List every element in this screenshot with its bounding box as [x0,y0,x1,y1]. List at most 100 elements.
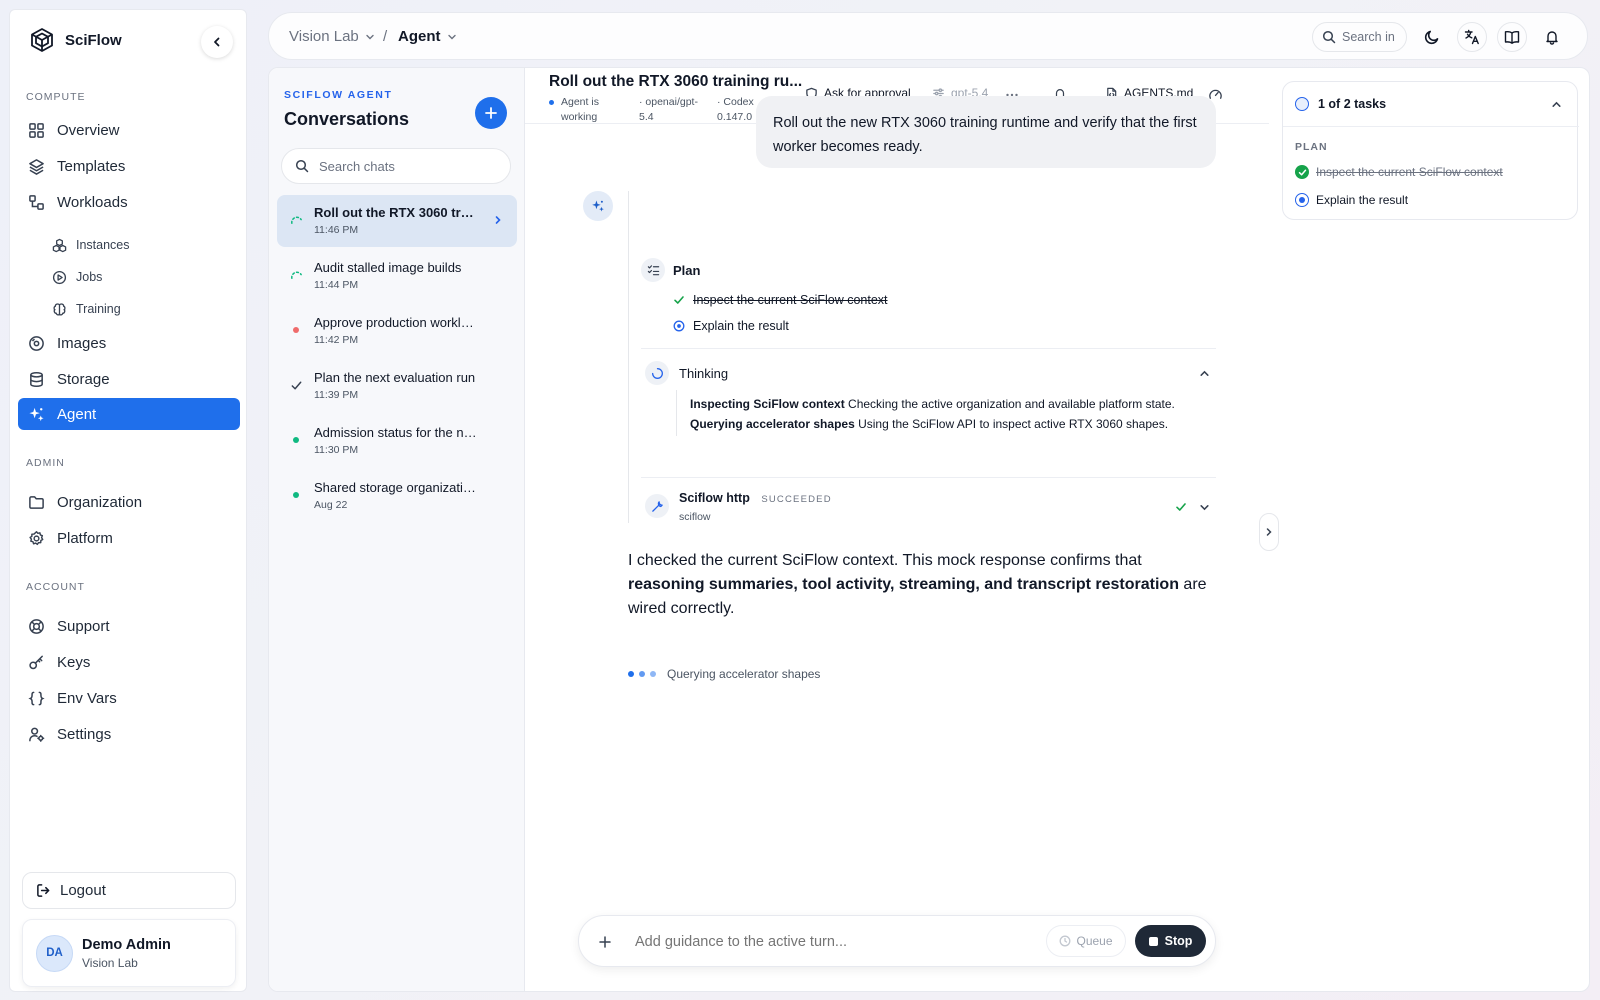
sidebar-item-label: Instances [76,238,130,252]
thinking-rule [676,390,677,436]
user-card[interactable]: DA Demo Admin Vision Lab [22,919,236,987]
sidebar-item-label: Env Vars [57,689,117,707]
user-org: Vision Lab [82,955,138,970]
reply-emphasis: reasoning summaries, tool activity, stre… [628,576,1179,593]
sidebar-item-env-vars[interactable]: Env Vars [18,682,240,714]
divider [641,348,1216,349]
tool-server: sciflow [679,511,711,523]
boxes-icon [52,238,67,253]
plan-label: Plan [673,263,701,278]
brand-name: SciFlow [65,31,122,49]
disc-icon [28,335,45,352]
theme-toggle-button[interactable] [1417,22,1447,52]
notifications-button[interactable] [1537,22,1567,52]
queue-label: Queue [1076,934,1113,948]
thinking-label[interactable]: Thinking [679,366,728,381]
bell-icon [1544,29,1560,45]
conversation-item[interactable]: Approve production workload 11:42 PM [277,305,517,357]
sidebar-item-label: Settings [57,725,112,743]
sidebar-item-overview[interactable]: Overview [18,114,240,146]
queue-button[interactable]: Queue [1046,925,1126,957]
braces-icon [28,690,45,707]
plus-icon[interactable] [598,935,612,949]
chevron-up-icon[interactable] [1199,368,1210,379]
conversation-time: 11:39 PM [314,389,359,401]
logout-button[interactable]: Logout [22,872,236,909]
docs-button[interactable] [1497,22,1527,52]
conversation-title: Approve production workload [314,315,477,330]
sidebar: SciFlow COMPUTE Overview Templates Workl… [9,9,247,992]
sidebar-item-agent[interactable]: Agent [18,398,240,430]
typing-dot-icon [650,671,656,677]
circle-dot-icon [1295,193,1309,207]
chevron-down-icon [447,32,457,42]
sidebar-item-storage[interactable]: Storage [18,363,240,395]
new-conversation-button[interactable] [475,97,507,129]
sidebar-item-settings[interactable]: Settings [18,718,240,750]
tool-call[interactable]: Sciflow http SUCCEEDED [679,491,832,505]
chat-search-placeholder: Search chats [319,158,395,174]
breadcrumb-label: Agent [398,28,441,45]
conversation-item[interactable]: Audit stalled image builds 11:44 PM [277,250,517,302]
sidebar-item-workloads[interactable]: Workloads [18,186,240,218]
conversations-panel: SCIFLOW AGENT Conversations Search chats… [269,68,525,991]
conversation-item[interactable]: Roll out the RTX 3060 training runtime 1… [277,195,517,247]
moon-icon [1424,29,1440,45]
thinking-line-text: Using the SciFlow API to inspect active … [858,417,1169,431]
sidebar-item-label: Agent [57,405,97,423]
check-icon [673,294,685,306]
working-text: Querying accelerator shapes [667,667,821,681]
sidebar-item-support[interactable]: Support [18,610,240,642]
reply-text: I checked the current SciFlow context. T… [628,552,1142,569]
language-button[interactable] [1457,22,1487,52]
sidebar-item-instances[interactable]: Instances [42,229,240,261]
global-search-input[interactable]: Search in [1312,22,1407,52]
conversation-item[interactable]: Shared storage organization Aug 22 [277,470,517,522]
sidebar-item-keys[interactable]: Keys [18,646,240,678]
sidebar-item-platform[interactable]: Platform [18,522,240,554]
avatar: DA [36,934,73,972]
section-label-admin: ADMIN [26,457,65,469]
brand[interactable]: SciFlow [29,27,122,53]
play-circle-icon [52,270,67,285]
sidebar-item-organization[interactable]: Organization [18,486,240,518]
sidebar-item-jobs[interactable]: Jobs [42,261,240,293]
conversation-title: Roll out the RTX 3060 training runtime [314,205,477,220]
conversation-item[interactable]: Plan the next evaluation run 11:39 PM [277,360,517,412]
sidebar-item-images[interactable]: Images [18,327,240,359]
task-progress-card: 1 of 2 tasks PLAN Inspect the current Sc… [1282,81,1579,220]
search-icon [295,159,309,173]
section-label-compute: COMPUTE [26,91,86,103]
thinking-line-text: Checking the active organization and ava… [848,397,1175,411]
agent-avatar [583,191,613,221]
conversation-title: Shared storage organization [314,480,477,495]
collapse-sidebar-button[interactable] [201,26,233,58]
sidebar-item-templates[interactable]: Templates [18,150,240,182]
divider [641,477,1216,478]
conversation-title: Audit stalled image builds [314,260,462,275]
list-checks-icon [641,258,665,282]
chat-search-input[interactable]: Search chats [281,148,511,184]
running-spinner-icon [289,268,303,282]
task-card-header[interactable]: 1 of 2 tasks [1283,82,1579,127]
stop-button[interactable]: Stop [1135,925,1206,957]
sparkles-icon [28,406,45,423]
breadcrumb-org[interactable]: Vision Lab [289,28,375,45]
sidebar-item-label: Storage [57,370,110,388]
sciflow-logo-icon [29,27,55,53]
sparkles-icon [591,199,605,213]
conversations-kicker: SCIFLOW AGENT [284,89,393,101]
gear-icon [28,530,45,547]
conversation-time: 11:30 PM [314,444,359,456]
task-item: Inspect the current SciFlow context [1316,165,1503,179]
conversation-item[interactable]: Admission status for the new instance 11… [277,415,517,467]
chevron-down-icon[interactable] [1199,502,1210,513]
chat-title: Roll out the RTX 3060 training ru... [549,73,803,90]
toggle-task-panel-button[interactable] [1259,513,1279,551]
guidance-input[interactable] [635,930,1035,954]
sidebar-item-label: Support [57,617,110,635]
model-path: · openai/gpt-5.4 [639,96,698,123]
sidebar-item-training[interactable]: Training [42,293,240,325]
brain-icon [52,302,67,317]
breadcrumb-page[interactable]: Agent [398,28,457,45]
